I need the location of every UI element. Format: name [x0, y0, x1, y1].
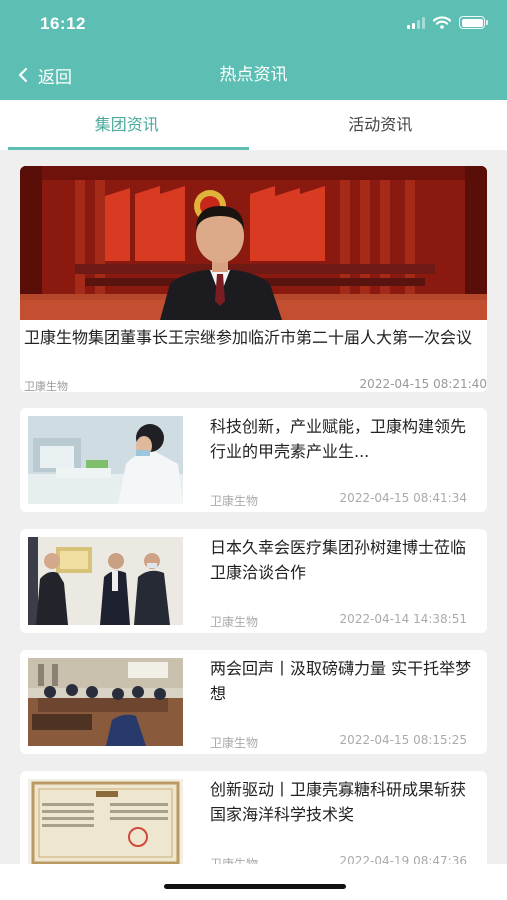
- news-title: 科技创新，产业赋能，卫康构建领先行业的甲壳素产业生...: [210, 417, 467, 461]
- status-icons: [407, 16, 488, 29]
- news-thumbnail: [28, 537, 183, 625]
- featured-title: 卫康生物集团董事长王宗继参加临沂市第二十届人大第一次会议: [24, 328, 473, 347]
- home-indicator-area: [0, 864, 507, 900]
- news-date: 2022-04-14 14:38:51: [339, 612, 467, 626]
- news-item[interactable]: 创新驱动丨卫康壳寡糖科研成果斩获国家海洋科学技术奖 卫康生物 2022-04-1…: [20, 771, 487, 864]
- page-title: 热点资讯: [219, 65, 288, 85]
- wifi-icon: [433, 16, 451, 29]
- tab-event-news[interactable]: 活动资讯: [254, 100, 507, 150]
- status-time: 16:12: [40, 14, 86, 33]
- news-item[interactable]: 两会回声丨汲取磅礴力量 实干托举梦想 卫康生物 2022-04-15 08:15…: [20, 650, 487, 754]
- tab-group-news[interactable]: 集团资讯: [0, 100, 254, 150]
- nav-bar: 返回 热点资讯: [0, 60, 507, 90]
- cellular-signal-icon: [407, 16, 425, 29]
- news-title: 两会回声丨汲取磅礴力量 实干托举梦想: [210, 659, 472, 703]
- tab-bar: 集团资讯 活动资讯: [0, 100, 507, 150]
- home-indicator[interactable]: [164, 884, 346, 889]
- news-feed[interactable]: 卫康生物集团董事长王宗继参加临沂市第二十届人大第一次会议 卫康生物 2022-0…: [0, 150, 507, 864]
- news-source: 卫康生物: [210, 615, 259, 629]
- news-date: 2022-04-15 08:15:25: [339, 733, 467, 747]
- featured-source: 卫康生物: [24, 380, 68, 392]
- battery-icon: [459, 16, 488, 29]
- featured-article[interactable]: 卫康生物集团董事长王宗继参加临沂市第二十届人大第一次会议 卫康生物 2022-0…: [20, 166, 487, 392]
- news-date: 2022-04-15 08:41:34: [339, 491, 467, 505]
- news-source: 卫康生物: [210, 494, 259, 508]
- news-title: 创新驱动丨卫康壳寡糖科研成果斩获国家海洋科学技术奖: [210, 780, 467, 824]
- news-item[interactable]: 科技创新，产业赋能，卫康构建领先行业的甲壳素产业生... 卫康生物 2022-0…: [20, 408, 487, 512]
- featured-image: [20, 166, 487, 320]
- status-bar: 16:12: [0, 14, 507, 38]
- header: 16:12 返回 热点资讯: [0, 0, 507, 100]
- news-source: 卫康生物: [210, 736, 259, 750]
- news-thumbnail: [28, 658, 183, 746]
- featured-date: 2022-04-15 08:21:40: [359, 377, 487, 391]
- news-thumbnail: [28, 779, 183, 864]
- news-item[interactable]: 日本久幸会医疗集团孙树建博士莅临卫康洽谈合作 卫康生物 2022-04-14 1…: [20, 529, 487, 633]
- news-title: 日本久幸会医疗集团孙树建博士莅临卫康洽谈合作: [210, 538, 467, 582]
- news-date: 2022-04-19 08:47:36: [339, 854, 467, 864]
- news-thumbnail: [28, 416, 183, 504]
- news-source: 卫康生物: [210, 857, 259, 864]
